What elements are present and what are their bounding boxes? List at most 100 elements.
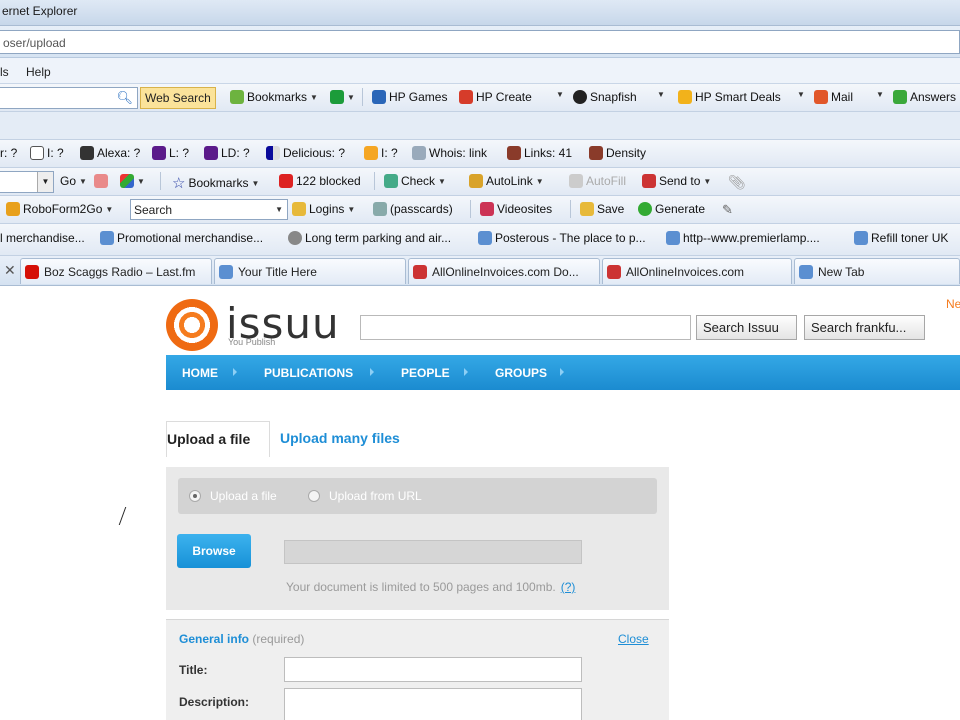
favorite-link[interactable]: Refill toner UK [854,231,948,245]
hp-create-dropdown[interactable]: ▼ [556,90,564,99]
address-url: oser/upload [3,36,66,50]
menu-item-tools[interactable]: ls [0,65,9,79]
favorite-link[interactable]: Posterous - The place to p... [478,231,646,245]
description-input[interactable] [284,688,582,720]
web-search-button[interactable]: Web Search [140,87,216,109]
pen-icon: ✎ [722,202,733,217]
radio-upload-file-label[interactable]: Upload a file [210,489,277,503]
nav-groups[interactable]: GROUPS [495,366,547,380]
chevron-right-icon [233,368,237,376]
answers-button[interactable]: Answers [893,90,956,104]
go-button[interactable]: Go ▼ [60,174,87,188]
chevron-right-icon [370,368,374,376]
check-button[interactable]: Check ▼ [384,174,446,188]
required-note: (required) [252,632,305,646]
issuu-logo-icon[interactable] [166,299,218,351]
yahoo-links-stat[interactable]: L: ? [152,146,189,160]
green-icon [330,90,344,104]
roboform-button[interactable]: RoboForm2Go ▼ [6,202,113,216]
issuu-search-input[interactable] [360,315,691,340]
send-to-button[interactable]: Send to ▼ [642,174,711,188]
search-issuu-button[interactable]: Search Issuu [696,315,797,340]
radio-upload-file[interactable] [189,490,201,502]
yahoo-ld-stat[interactable]: LD: ? [204,146,250,160]
hp-games-button[interactable]: HP Games [372,90,447,104]
nav-home[interactable]: HOME [182,366,218,380]
paperclip-button[interactable]: 📎︎ [728,174,746,191]
autofill-icon [569,174,583,188]
tab-new-tab[interactable]: New Tab [794,258,960,284]
chevron-down-icon[interactable]: ▼ [275,205,283,214]
chevron-down-icon[interactable]: ▼ [37,172,53,192]
mail-button[interactable]: Mail [814,90,853,104]
roboform-search-input[interactable]: Search ▼ [130,199,288,220]
pagerank-stat[interactable]: r: ? [0,146,17,160]
density-stat[interactable]: Density [589,146,646,160]
color-button[interactable]: ▼ [120,174,145,188]
favorite-link[interactable]: http--www.premierlamp.... [666,231,820,245]
general-info-title: General info [179,632,250,646]
delicious-stat[interactable]: Delicious: ? [266,146,345,160]
toolbar-search-input[interactable]: 🔍︎ [0,87,138,109]
eraser-button[interactable] [94,174,108,188]
pen-button[interactable]: ✎ [722,202,733,218]
main-nav: HOME PUBLICATIONS PEOPLE GROUPS [166,355,960,390]
bookmarks-star-button[interactable]: ☆ Bookmarks ▼ [172,174,259,192]
limit-help-link[interactable]: (?) [561,580,576,594]
snapfish-button[interactable]: Snapfish [573,90,637,104]
hp-create-button[interactable]: HP Create [459,90,532,104]
videosites-button[interactable]: Videosites [480,202,552,216]
alexa-stat[interactable]: Alexa: ? [80,146,140,160]
search-icon[interactable]: 🔍︎ [116,90,133,106]
address-field[interactable]: oser/upload [0,30,960,54]
tab-label: Boz Scaggs Radio – Last.fm [44,265,196,279]
invoice-icon [413,265,427,279]
links-stat[interactable]: Links: 41 [507,146,572,160]
tab-allonlineinvoices-1[interactable]: AllOnlineInvoices.com Do... [408,258,600,284]
menu-item-help[interactable]: Help [26,65,51,79]
close-icon[interactable]: ✕ [4,262,16,279]
bookmarks-menu[interactable]: Bookmarks ▼ [230,90,318,104]
new-link[interactable]: Ne [946,297,960,311]
search-user-button[interactable]: Search frankfu... [804,315,925,340]
utility-search-input[interactable]: ▼ [0,171,54,193]
nav-people[interactable]: PEOPLE [401,366,450,380]
file-path-field[interactable] [284,540,582,564]
favorite-link[interactable]: Long term parking and air... [288,231,451,245]
favorite-link[interactable]: Promotional merchandise... [100,231,263,245]
mail-dropdown[interactable]: ▼ [876,90,884,99]
logins-button[interactable]: Logins ▼ [292,202,355,216]
snapfish-dropdown[interactable]: ▼ [657,90,665,99]
hp-smart-deals-button[interactable]: HP Smart Deals [678,90,781,104]
generate-button[interactable]: Generate [638,202,705,216]
hp-games-label: HP Games [389,90,448,104]
green-icon-button[interactable]: ▼ [330,90,355,104]
passcards-icon [373,202,387,216]
tab-upload-file[interactable]: Upload a file [166,421,270,457]
tab-lastfm[interactable]: Boz Scaggs Radio – Last.fm [20,258,212,284]
radio-upload-url-label[interactable]: Upload from URL [329,489,422,503]
autofill-button[interactable]: AutoFill [569,174,626,188]
title-input[interactable] [284,657,582,682]
hp-smart-deals-dropdown[interactable]: ▼ [797,90,805,99]
favorite-link[interactable]: l merchandise... [0,231,85,245]
blocked-label: 122 blocked [296,174,361,188]
window-titlebar: ernet Explorer [0,0,960,26]
passcards-button[interactable]: (passcards) [373,202,453,216]
save-form-button[interactable]: Save [580,202,624,216]
autolink-button[interactable]: AutoLink ▼ [469,174,544,188]
bing-index-stat[interactable]: I: ? [364,146,398,160]
tab-allonlineinvoices-2[interactable]: AllOnlineInvoices.com [602,258,792,284]
tab-your-title[interactable]: Your Title Here [214,258,406,284]
browse-button[interactable]: Browse [177,534,251,568]
upload-limit-note: Your document is limited to 500 pages an… [286,580,575,594]
google-index-stat[interactable]: I: ? [30,146,64,160]
close-link[interactable]: Close [618,632,649,646]
hp-create-icon [459,90,473,104]
whois-stat[interactable]: Whois: link [412,146,487,160]
radio-upload-url[interactable] [308,490,320,502]
tab-upload-many[interactable]: Upload many files [280,421,400,457]
nav-publications[interactable]: PUBLICATIONS [264,366,353,380]
popup-blocker-button[interactable]: 122 blocked [279,174,361,188]
send-icon [642,174,656,188]
